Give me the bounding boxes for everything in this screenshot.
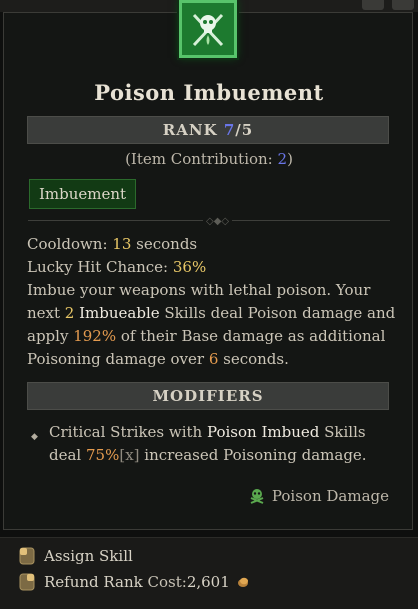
cooldown-value: 13 [112, 235, 132, 253]
assign-skill-action[interactable]: Assign Skill [18, 546, 133, 566]
mouse-left-icon [19, 547, 35, 565]
modifiers-heading: MODIFIERS [27, 382, 389, 410]
mouse-right-icon [19, 573, 35, 591]
rank-label: RANK [162, 121, 218, 139]
poison-skull-icon [250, 489, 264, 504]
skull-crossed-daggers-icon [179, 0, 237, 58]
assign-skill-label: Assign Skill [44, 547, 133, 565]
cost-value: 2,601 [186, 573, 230, 591]
modifier-item: Critical Strikes with Poison Imbued Skil… [49, 423, 367, 464]
refund-rank-label: Refund Rank [44, 573, 143, 591]
action-footer: Assign Skill Refund Rank Cost: 2,601 [0, 537, 418, 609]
modifier-list: ◆ Critical Strikes with Poison Imbued Sk… [31, 421, 391, 467]
contribution-value: 2 [277, 150, 288, 168]
lucky-hit-value: 36% [172, 258, 207, 276]
skill-emblem [192, 13, 224, 47]
skill-description: Cooldown: 13 seconds Lucky Hit Chance: 3… [27, 233, 397, 371]
contribution-label: (Item Contribution: [125, 150, 278, 168]
rank-bar: RANK 7/5 [27, 116, 389, 144]
rank-max: /5 [235, 121, 254, 139]
skill-tag: Imbuement [29, 179, 137, 209]
background-mini-button [392, 0, 414, 10]
refund-rank-action[interactable]: Refund Rank Cost: 2,601 [18, 572, 250, 592]
background-mini-button [362, 0, 384, 10]
bullet-icon: ◆ [31, 432, 38, 442]
damage-type: Poison Damage [248, 487, 389, 505]
damage-type-label: Poison Damage [271, 487, 389, 505]
description-text: Imbue your weapons with lethal poison. Y… [27, 281, 396, 368]
gold-coin-icon [237, 577, 248, 587]
item-contribution: (Item Contribution: 2) [0, 150, 418, 168]
divider: ◇◆◇ [28, 216, 390, 227]
cost-label: Cost: [147, 573, 187, 591]
contribution-suffix: ) [287, 150, 293, 168]
rank-current: 7 [223, 121, 236, 139]
cooldown-line: Cooldown: 13 seconds [27, 235, 198, 253]
divider-ornament-icon: ◇◆◇ [203, 216, 233, 227]
lucky-hit-line: Lucky Hit Chance: 36% [27, 258, 207, 276]
skill-title: Poison Imbuement [94, 80, 324, 105]
